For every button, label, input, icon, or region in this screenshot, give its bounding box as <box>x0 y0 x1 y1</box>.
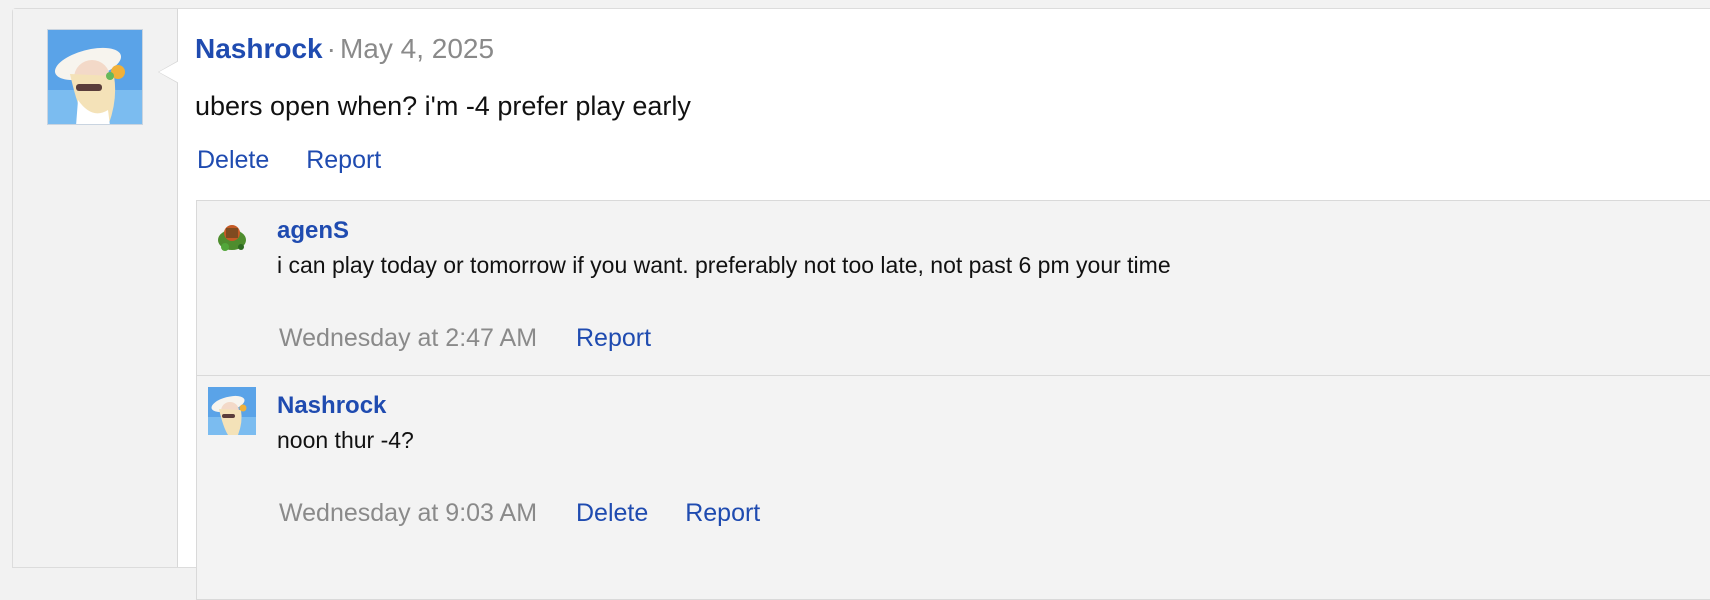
separator-dot: · <box>326 33 336 64</box>
delete-button[interactable]: Delete <box>576 499 648 527</box>
comment-text: i can play today or tomorrow if you want… <box>277 252 1171 278</box>
report-button[interactable]: Report <box>576 324 651 352</box>
post-message: ubers open when? i'm -4 prefer play earl… <box>195 91 691 121</box>
profile-post: Nashrock · May 4, 2025 ubers open when? i'… <box>12 8 1710 600</box>
delete-button[interactable]: Delete <box>197 146 269 174</box>
post-date[interactable]: May 4, 2025 <box>340 33 494 64</box>
comment-author-link[interactable]: agenS <box>277 217 349 245</box>
speech-arrow <box>159 61 179 83</box>
comment-list: agenS i can play today or tomorrow if yo… <box>196 200 1710 600</box>
comment-item: Nashrock noon thur -4? Wednesday at 9:03… <box>197 375 1710 550</box>
post-header: Nashrock · May 4, 2025 <box>195 33 494 65</box>
report-button[interactable]: Report <box>306 146 381 174</box>
post-content: Nashrock · May 4, 2025 ubers open when? i'… <box>178 9 1710 600</box>
comment-item: agenS i can play today or tomorrow if yo… <box>197 201 1710 376</box>
comment-avatar[interactable] <box>208 212 256 260</box>
comment-avatar-icon <box>208 212 256 260</box>
report-button[interactable]: Report <box>685 499 760 527</box>
avatar-image-icon <box>48 30 142 124</box>
avatar-column <box>13 9 178 567</box>
comment-avatar-icon <box>208 387 256 435</box>
comment-avatar[interactable] <box>208 387 256 435</box>
post-author-link[interactable]: Nashrock <box>195 33 323 64</box>
comment-time[interactable]: Wednesday at 9:03 AM <box>279 499 537 527</box>
comment-author-link[interactable]: Nashrock <box>277 392 386 420</box>
comment-text: noon thur -4? <box>277 427 414 453</box>
avatar[interactable] <box>47 29 143 125</box>
comment-time[interactable]: Wednesday at 2:47 AM <box>279 324 537 352</box>
post-actions: Delete Report <box>197 146 411 175</box>
comment-meta: Wednesday at 2:47 AM Report <box>279 324 681 353</box>
comment-meta: Wednesday at 9:03 AM Delete Report <box>279 499 790 528</box>
